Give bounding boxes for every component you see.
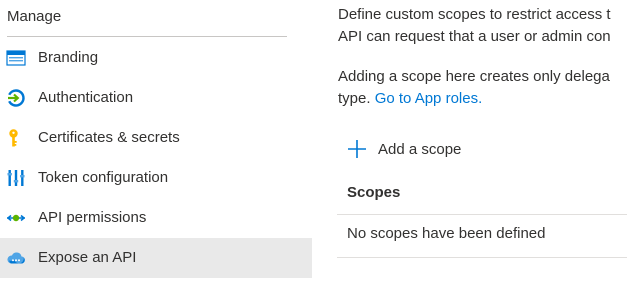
table-header-divider [337, 214, 627, 215]
key-icon [9, 129, 18, 147]
sidebar-item-certificates-secrets[interactable]: Certificates & secrets [0, 118, 312, 158]
section-divider [7, 36, 287, 37]
info-line-2-prefix: type. [338, 90, 375, 107]
table-row-divider [337, 257, 627, 258]
sidebar-item-api-permissions[interactable]: API permissions [0, 198, 312, 238]
main-content: Define custom scopes to restrict access … [337, 0, 627, 282]
token-configuration-icon [7, 170, 25, 186]
info-line-2: type. Go to App roles. [338, 90, 482, 107]
sidebar-item-label: Authentication [38, 89, 134, 106]
cloud-api-icon [7, 252, 25, 264]
scopes-column-header: Scopes [347, 184, 401, 201]
sidebar-item-branding[interactable]: Branding [0, 38, 312, 78]
api-permissions-icon [7, 214, 25, 222]
branding-icon [6, 50, 26, 66]
sidebar-item-token-configuration[interactable]: Token configuration [0, 158, 312, 198]
description-line-2: API can request that a user or admin con [338, 28, 611, 45]
info-line-1: Adding a scope here creates only delega [338, 68, 610, 85]
sidebar-item-label: Branding [38, 49, 99, 66]
go-to-app-roles-link[interactable]: Go to App roles. [375, 90, 483, 107]
app-registration-page: Manage Branding Authentication Certifica… [0, 0, 627, 282]
section-header-manage: Manage [7, 8, 62, 25]
sidebar-item-label: Certificates & secrets [38, 129, 180, 146]
sidebar: Manage Branding Authentication Certifica… [0, 0, 312, 282]
description-line-1: Define custom scopes to restrict access … [338, 6, 611, 23]
sidebar-item-authentication[interactable]: Authentication [0, 78, 312, 118]
add-scope-label: Add a scope [378, 140, 462, 158]
sidebar-item-expose-an-api[interactable]: Expose an API [0, 238, 312, 278]
sidebar-item-label: Token configuration [38, 169, 169, 186]
empty-scopes-message: No scopes have been defined [347, 225, 546, 242]
sidebar-item-label: Expose an API [38, 249, 137, 266]
plus-icon [348, 140, 366, 158]
authentication-icon [8, 89, 25, 107]
sidebar-item-label: API permissions [38, 209, 147, 226]
add-scope-button[interactable]: Add a scope [347, 137, 461, 161]
